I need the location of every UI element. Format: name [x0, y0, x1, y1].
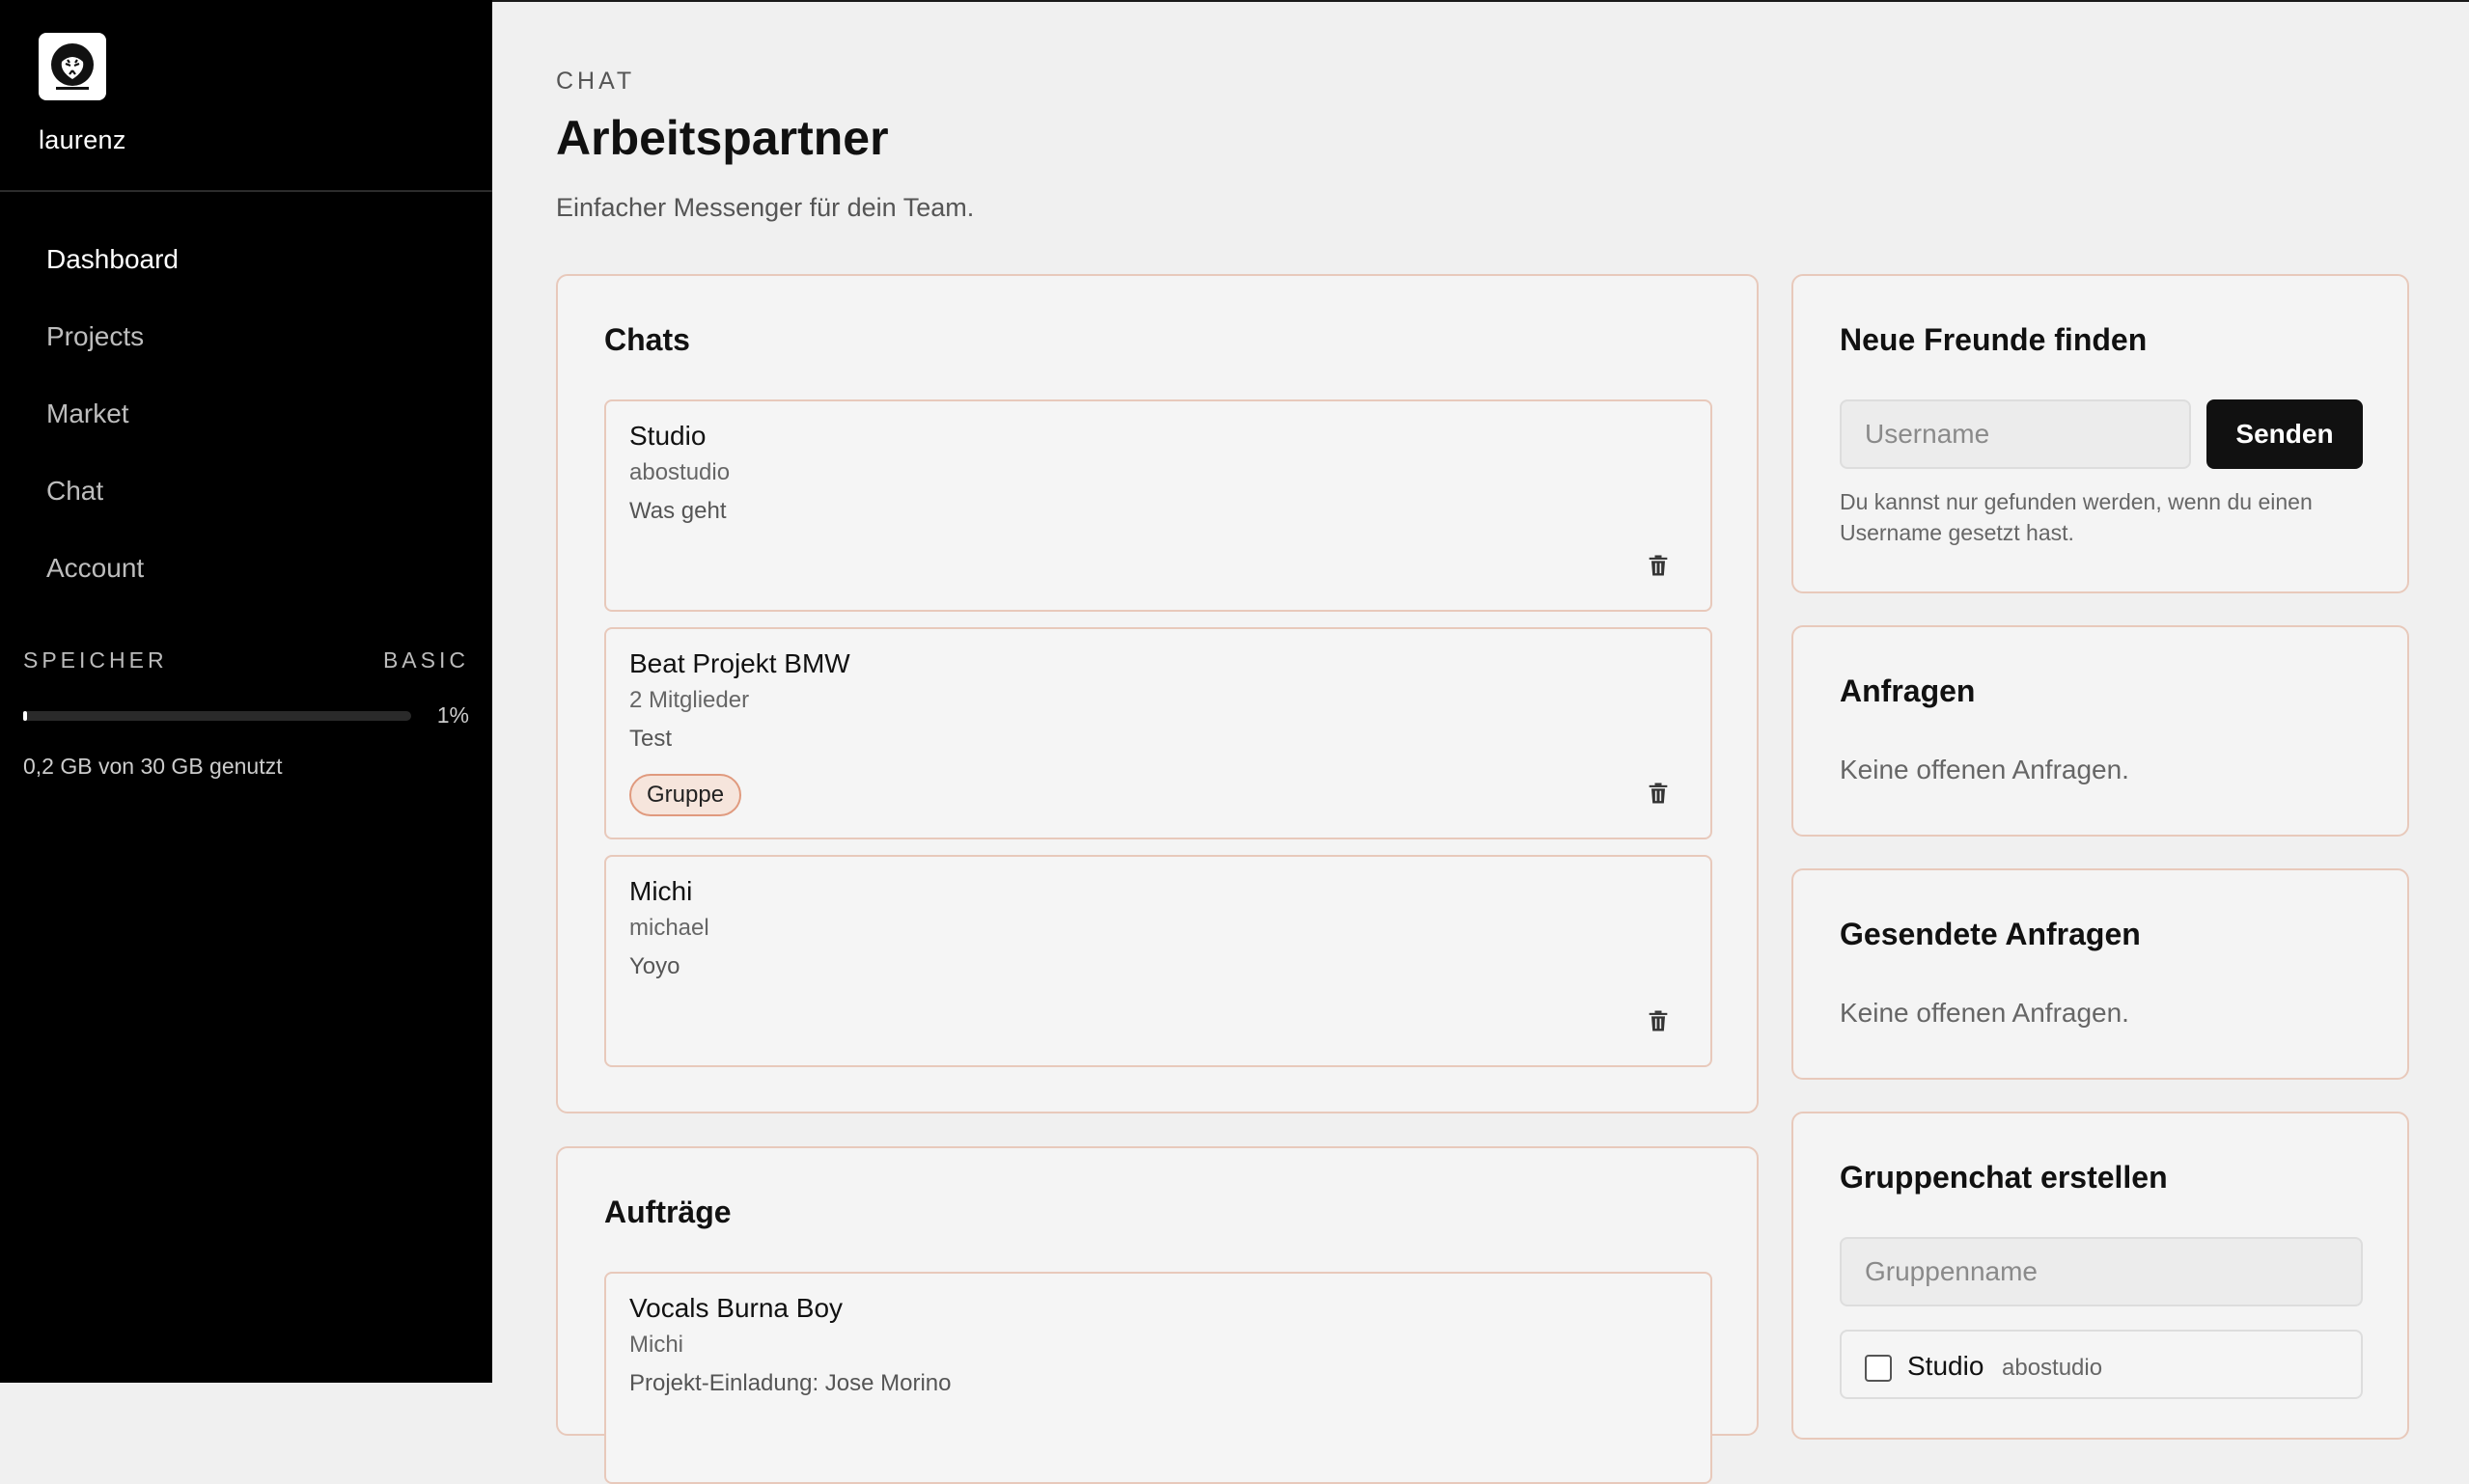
requests-title: Anfragen: [1840, 673, 1976, 708]
group-badge: Gruppe: [629, 774, 742, 816]
nav-chat[interactable]: Chat: [0, 453, 492, 530]
chats-card: Chats Studio abostudio Was geht Beat Pro…: [556, 274, 1759, 1113]
order-name: Vocals Burna Boy: [629, 1293, 844, 1323]
page-subtitle: Einfacher Messenger für dein Team.: [556, 193, 975, 222]
username: laurenz: [39, 125, 126, 154]
find-friends-card: Neue Freunde finden Senden Du kannst nur…: [1791, 274, 2409, 593]
hint-line: Username gesetzt hast.: [1840, 520, 2074, 545]
chat-item[interactable]: Michi michael Yoyo: [604, 855, 1712, 1067]
chat-last-message: Was geht: [629, 498, 727, 524]
storage-bar: [23, 710, 411, 721]
create-group-title: Gruppenchat erstellen: [1840, 1160, 2168, 1195]
main-content: CHAT Arbeitspartner Einfacher Messenger …: [492, 0, 2469, 1484]
chat-item[interactable]: Beat Projekt BMW 2 Mitglieder Test Grupp…: [604, 627, 1712, 839]
order-item[interactable]: Vocals Burna Boy Michi Projekt-Einladung…: [604, 1272, 1712, 1484]
chat-last-message: Test: [629, 726, 673, 752]
trash-icon[interactable]: [1645, 1007, 1672, 1034]
chat-member-count: 2 Mitglieder: [629, 687, 750, 713]
storage-widget: SPEICHER BASIC 1% 0,2 GB von 30 GB genut…: [0, 647, 492, 780]
chat-item[interactable]: Studio abostudio Was geht: [604, 399, 1712, 612]
order-message: Projekt-Einladung: Jose Morino: [629, 1370, 952, 1396]
storage-label: SPEICHER: [23, 647, 168, 673]
find-friends-hint: Du kannst nur gefunden werden, wenn du e…: [1840, 486, 2313, 548]
chat-name: Studio: [629, 421, 707, 451]
member-select-row[interactable]: Studio abostudio: [1840, 1330, 2363, 1399]
storage-usage-text: 0,2 GB von 30 GB genutzt: [23, 754, 283, 779]
sent-requests-empty-text: Keine offenen Anfragen.: [1840, 998, 2129, 1028]
orders-card: Aufträge Vocals Burna Boy Michi Projekt-…: [556, 1146, 1759, 1484]
chat-last-message: Yoyo: [629, 953, 680, 979]
sent-requests-card: Gesendete Anfragen Keine offenen Anfrage…: [1791, 868, 2409, 1080]
storage-percent: 1%: [436, 702, 469, 728]
trash-icon[interactable]: [1645, 780, 1672, 807]
member-username: abostudio: [2002, 1355, 2103, 1381]
nav-market[interactable]: Market: [0, 375, 492, 453]
requests-card: Anfragen Keine offenen Anfragen.: [1791, 625, 2409, 837]
tiger-logo-icon[interactable]: [39, 33, 106, 100]
create-group-card: Gruppenchat erstellen Studio abostudio: [1791, 1112, 2409, 1440]
chat-name: Beat Projekt BMW: [629, 648, 850, 678]
page-title: Arbeitspartner: [556, 111, 889, 165]
requests-empty-text: Keine offenen Anfragen.: [1840, 755, 2129, 784]
username-search-input[interactable]: [1840, 399, 2191, 469]
chat-name: Michi: [629, 876, 693, 906]
nav-projects[interactable]: Projects: [0, 298, 492, 375]
group-name-input[interactable]: [1840, 1237, 2363, 1306]
section-eyebrow: CHAT: [556, 68, 636, 95]
storage-bar-fill: [23, 710, 28, 721]
hint-line: Du kannst nur gefunden werden, wenn du e…: [1840, 489, 2313, 514]
chats-title: Chats: [604, 322, 690, 357]
trash-icon[interactable]: [1645, 552, 1672, 579]
nav-dashboard[interactable]: Dashboard: [0, 221, 492, 298]
orders-title: Aufträge: [604, 1195, 732, 1229]
brand: laurenz: [0, 0, 492, 192]
nav-account[interactable]: Account: [0, 530, 492, 607]
sent-requests-title: Gesendete Anfragen: [1840, 917, 2141, 951]
chat-username: abostudio: [629, 459, 731, 485]
chat-username: michael: [629, 915, 709, 941]
main-nav: Dashboard Projects Market Chat Account: [0, 192, 492, 607]
find-friends-title: Neue Freunde finden: [1840, 322, 2148, 357]
member-name: Studio: [1907, 1351, 1984, 1381]
order-client: Michi: [629, 1332, 684, 1358]
member-checkbox[interactable]: [1865, 1355, 1892, 1382]
send-request-button[interactable]: Senden: [2206, 399, 2363, 469]
storage-plan: BASIC: [382, 647, 469, 673]
sidebar: laurenz Dashboard Projects Market Chat A…: [0, 0, 492, 1383]
